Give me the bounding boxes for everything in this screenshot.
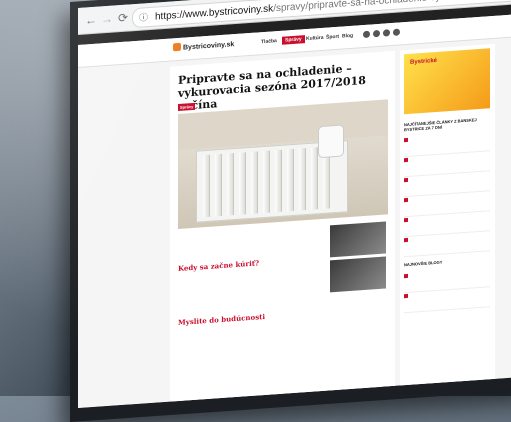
site-logo[interactable]: Bystricoviny.sk	[173, 39, 234, 52]
subhead-future: Myslite do budúcnosti	[178, 311, 266, 328]
logo-mark-icon	[173, 42, 181, 52]
radiator-fin	[287, 148, 294, 212]
radiator-fin	[263, 150, 270, 214]
menu-item-blog[interactable]: Blog	[342, 33, 353, 40]
search-icon[interactable]	[393, 28, 400, 36]
radiator-fin	[215, 153, 222, 217]
article: Pripravte sa na ochladenie – vykurovacia…	[170, 50, 395, 408]
sidebar-heading-popular: NAJČÍTANEJŠIE ČLÁNKY Z BANSKEJ BYSTRICE …	[404, 117, 477, 133]
menu-item-sport[interactable]: Šport	[326, 34, 339, 41]
menu-item-tlacba[interactable]: Tlačba	[261, 38, 277, 45]
sidebar: Bystrické NAJČÍTANEJŠIE ČLÁNKY Z BANSKEJ…	[400, 43, 495, 408]
twitter-icon[interactable]	[373, 29, 380, 38]
sidebar-heading-blogs: NAJNOVŠIE BLOGY	[404, 259, 443, 268]
radiator-fin	[299, 148, 306, 211]
thermostat-image	[318, 124, 344, 159]
forward-arrow-icon[interactable]: →	[100, 11, 114, 27]
category-badge[interactable]: Správy	[178, 102, 196, 112]
menu-item-kultura[interactable]: Kultúra	[306, 35, 324, 42]
logo-text: Bystricoviny.sk	[183, 41, 235, 52]
radiator-fin	[251, 151, 258, 214]
ad-banner[interactable]: Bystrické	[404, 48, 490, 115]
monitor-screen: ← → ⟳ ⓘhttps://www.bystricoviny.sk/sprav…	[78, 0, 511, 408]
gallery-thumb[interactable]	[330, 221, 386, 258]
inline-gallery	[330, 221, 388, 325]
article-photo	[178, 99, 388, 230]
radiator-fin	[203, 154, 210, 218]
radiator-fin	[311, 147, 318, 210]
bullet-icon	[404, 217, 408, 223]
reload-icon[interactable]: ⟳	[116, 10, 130, 26]
bullet-icon	[404, 237, 408, 243]
radiator-fin	[227, 153, 234, 216]
info-icon[interactable]: ⓘ	[139, 8, 151, 27]
gallery-thumb[interactable]	[330, 256, 386, 293]
bullet-icon	[404, 137, 408, 143]
back-arrow-icon[interactable]: ←	[84, 13, 98, 28]
bullet-icon	[404, 197, 408, 203]
bullet-icon	[404, 177, 408, 183]
radiator-fin	[275, 149, 282, 213]
body-paragraph-2	[178, 266, 318, 306]
bullet-icon	[404, 157, 408, 163]
photo-scene: ← → ⟳ ⓘhttps://www.bystricoviny.sk/sprav…	[0, 0, 511, 422]
instagram-icon[interactable]	[383, 29, 390, 37]
facebook-icon[interactable]	[363, 30, 370, 39]
menu-item-spravy[interactable]: Správy	[282, 35, 305, 45]
radiator-fin	[239, 152, 246, 215]
article-meta: Správy	[178, 102, 199, 112]
ad-title: Bystrické	[410, 57, 438, 66]
body-paragraph-1	[178, 226, 318, 260]
bullet-icon	[404, 273, 408, 279]
page-viewport: Bystricoviny.sk Tlačba Správy Kultúra Šp…	[78, 0, 511, 408]
bullet-icon	[404, 293, 408, 299]
url-host: https://www.bystricoviny.sk	[155, 3, 274, 23]
